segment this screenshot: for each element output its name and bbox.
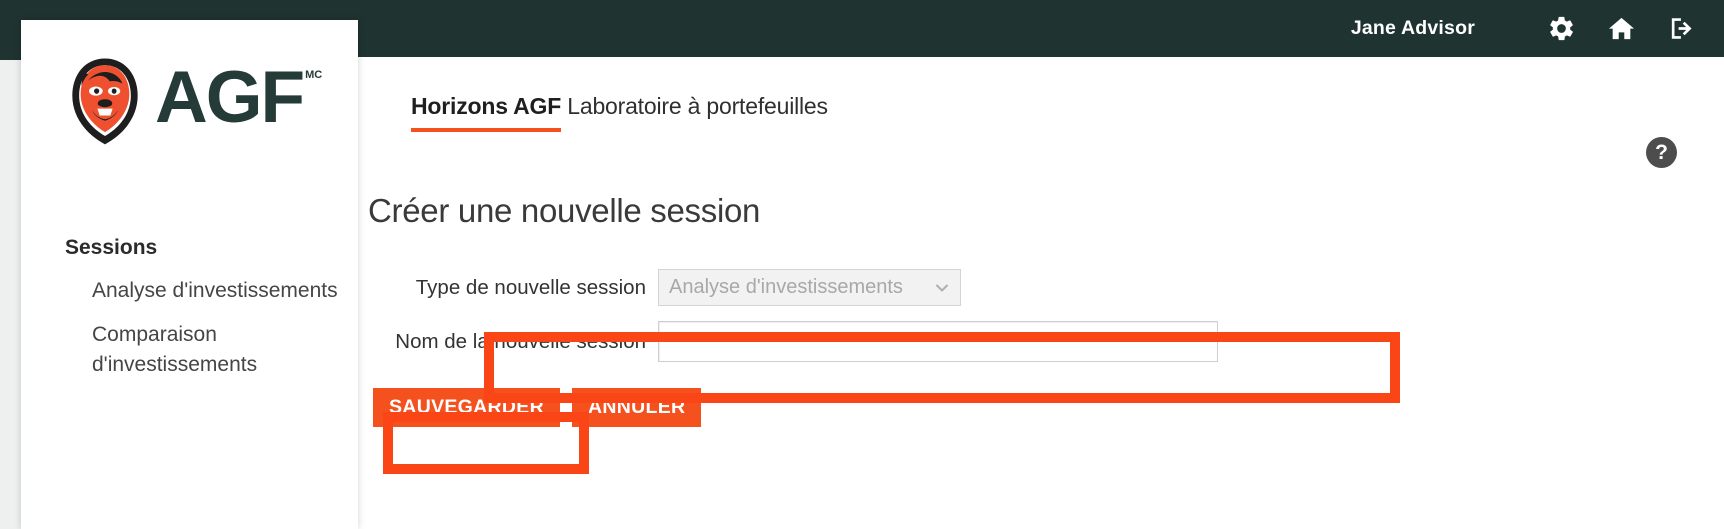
main-content-area: Horizons AGF Laboratoire à portefeuilles…	[358, 57, 1724, 529]
help-icon[interactable]: ?	[1646, 137, 1677, 168]
session-type-select[interactable]: Analyse d'investissements	[658, 269, 961, 306]
agf-logo-text: AGF	[155, 57, 305, 138]
form-action-buttons: SAUVEGARDER ANNULER	[373, 388, 702, 428]
save-button[interactable]: SAUVEGARDER	[373, 388, 560, 428]
sidebar-panel: AGF MC Sessions Analyse d'investissement…	[21, 20, 358, 529]
page-title-brand: Horizons AGF	[411, 93, 561, 132]
chevron-down-icon	[934, 280, 950, 296]
form-row-session-name: Nom de la nouvelle session	[368, 321, 1218, 362]
page-title-rest: Laboratoire à portefeuilles	[561, 93, 828, 119]
page-title: Horizons AGF Laboratoire à portefeuilles	[411, 93, 828, 132]
session-name-label: Nom de la nouvelle session	[395, 329, 646, 353]
agf-trademark: MC	[305, 69, 323, 81]
agf-tiger-logo-icon	[72, 58, 138, 145]
user-name-label: Jane Advisor	[1350, 17, 1475, 39]
left-gutter-top	[0, 0, 21, 60]
sidebar-item-comparaison-investissements[interactable]: Comparaison d'investissements	[92, 320, 362, 380]
cancel-button[interactable]: ANNULER	[572, 388, 702, 428]
session-type-selected-value: Analyse d'investissements	[669, 276, 903, 298]
home-icon[interactable]	[1605, 13, 1637, 45]
agf-logo[interactable]: AGF MC	[67, 55, 322, 147]
form-row-session-type: Type de nouvelle session Analyse d'inves…	[368, 269, 961, 306]
left-gutter	[0, 0, 21, 529]
session-name-input[interactable]	[658, 321, 1218, 362]
session-type-label: Type de nouvelle session	[415, 275, 646, 299]
section-heading: Créer une nouvelle session	[368, 192, 761, 229]
gear-icon[interactable]	[1545, 13, 1577, 45]
sidebar-item-analyse-investissements[interactable]: Analyse d'investissements	[92, 276, 362, 306]
logout-icon[interactable]	[1665, 13, 1697, 45]
sidebar-nav-list: Analyse d'investissements Comparaison d'…	[92, 276, 362, 394]
application-window: Jane Advisor AGF MC Sessions Analyse d'i…	[0, 0, 1724, 529]
sidebar-heading-sessions: Sessions	[65, 236, 158, 259]
